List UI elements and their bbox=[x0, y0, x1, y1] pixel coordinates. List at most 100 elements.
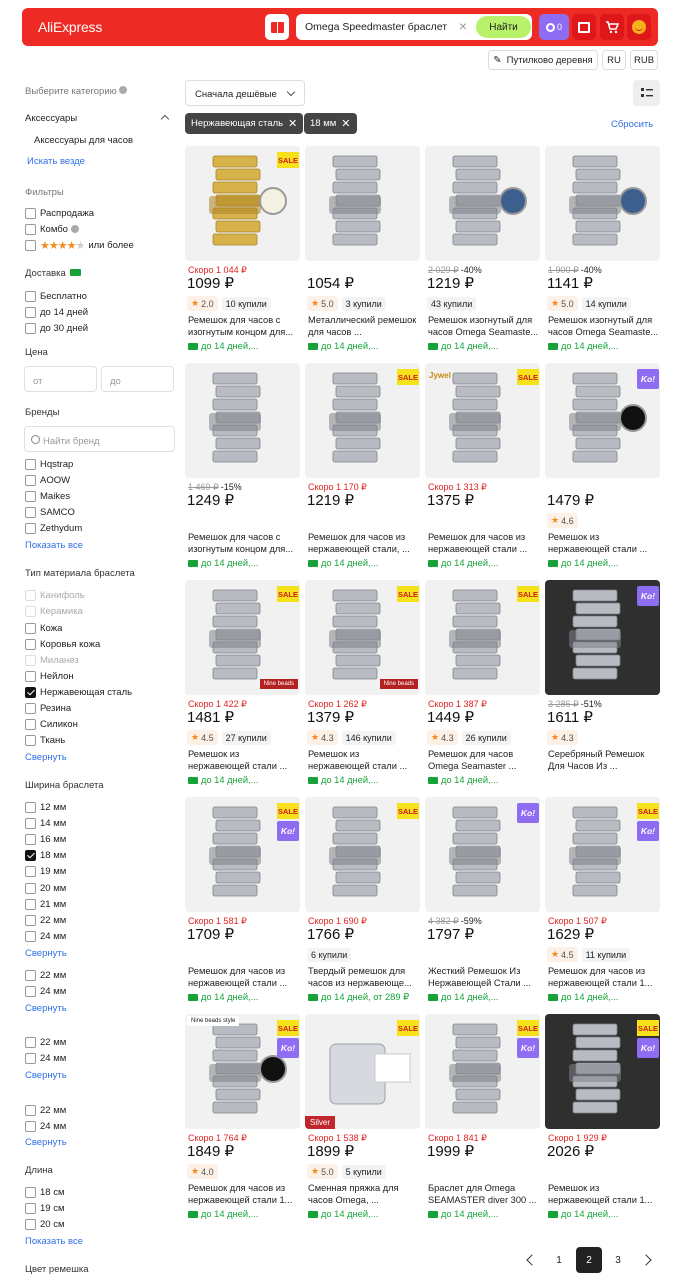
product-image[interactable]: SALE bbox=[305, 363, 420, 478]
material-silicone[interactable]: Силикон bbox=[25, 718, 78, 730]
product-title[interactable]: Ремешок изогнутый для часов Omega Seamas… bbox=[428, 315, 540, 338]
product-card[interactable]: SALE Jywel Скоро 1 313 ₽1375 ₽ Ремешок для … bbox=[425, 363, 540, 568]
product-card[interactable]: SALE Nine beads Скоро 1 422 ₽1481 ₽ ★ 4.5 27 … bbox=[185, 580, 300, 785]
product-title[interactable]: Серебряный Ремешок Для Часов Из ... bbox=[548, 749, 660, 772]
brand-samco[interactable]: SAMCO bbox=[25, 506, 75, 518]
product-card[interactable]: SALE Ko! Скоро 1 581 ₽1709 ₽ Ремешок для ча… bbox=[185, 797, 300, 1002]
product-image[interactable]: Ko! bbox=[425, 797, 540, 912]
width4-collapse-link[interactable]: Свернуть bbox=[25, 1137, 67, 1148]
filter-sale[interactable]: Распродажа bbox=[25, 207, 94, 219]
cart-button[interactable] bbox=[600, 14, 624, 40]
price-to-input[interactable]: до bbox=[101, 366, 174, 392]
product-title[interactable]: Ремешок для часов из нержавеющей стали 1… bbox=[188, 1183, 300, 1206]
product-image[interactable]: SALE Ko! bbox=[425, 1014, 540, 1129]
product-title[interactable]: Ремешок для часов с изогнутым концом для… bbox=[188, 532, 300, 555]
width-24mm[interactable]: 24 мм bbox=[25, 930, 66, 942]
width-21mm[interactable]: 21 мм bbox=[25, 898, 66, 910]
product-card[interactable]: 1054 ₽ ★ 5.0 3 купили Металлический ремешок … bbox=[305, 146, 420, 351]
material-milanese[interactable]: Миланез bbox=[25, 654, 79, 666]
currency-button[interactable]: RUB bbox=[630, 50, 658, 70]
width3-24mm[interactable]: 24 мм bbox=[25, 1052, 66, 1064]
product-title[interactable]: Жесткий Ремешок Из Нержавеющей Стали ... bbox=[428, 966, 540, 989]
product-image[interactable]: SALE Ko! bbox=[545, 797, 660, 912]
width2-22mm[interactable]: 22 мм bbox=[25, 969, 66, 981]
reset-filters-link[interactable]: Сбросить bbox=[611, 119, 653, 130]
product-title[interactable]: Ремешок из нержавеющей стали ... bbox=[548, 532, 660, 555]
price-from-input[interactable]: от bbox=[24, 366, 97, 392]
product-image[interactable]: SALE Ko! bbox=[185, 797, 300, 912]
next-page-button[interactable] bbox=[634, 1247, 660, 1273]
filter-combo[interactable]: Комбо bbox=[25, 223, 79, 235]
brand-zethydum[interactable]: Zethydum bbox=[25, 522, 82, 534]
product-card[interactable]: SALE Ko! Скоро 1 841 ₽1999 ₽ Браслет для Om… bbox=[425, 1014, 540, 1219]
catalog-button[interactable] bbox=[265, 14, 289, 40]
product-image[interactable]: SALE Nine beads bbox=[185, 580, 300, 695]
product-title[interactable]: Ремешок для часов из нержавеющей стали, … bbox=[308, 532, 420, 555]
brand-aoow[interactable]: AOOW bbox=[25, 474, 70, 486]
search-input[interactable]: Omega Speedmaster браслет bbox=[305, 21, 447, 33]
material-stainless-steel[interactable]: Нержавеющая сталь bbox=[25, 686, 132, 698]
width-19mm[interactable]: 19 мм bbox=[25, 865, 66, 877]
product-card[interactable]: SALE Ko! Скоро 1 507 ₽1629 ₽ ★ 4.5 11 купили Р… bbox=[545, 797, 660, 1002]
product-card[interactable]: SALE Silver Скоро 1 538 ₽1899 ₽ ★ 5.0 5 купил… bbox=[305, 1014, 420, 1219]
close-icon[interactable]: ✕ bbox=[341, 117, 350, 130]
chip-18mm[interactable]: 18 мм ✕ bbox=[304, 113, 357, 134]
width2-collapse-link[interactable]: Свернуть bbox=[25, 1003, 67, 1014]
material-nylon[interactable]: Нейлон bbox=[25, 670, 74, 682]
prev-page-button[interactable] bbox=[517, 1247, 543, 1273]
search-button[interactable]: Найти bbox=[476, 16, 531, 38]
material-leather[interactable]: Кожа bbox=[25, 622, 62, 634]
product-card[interactable]: SALE Ko! Nine beads style Скоро 1 764 ₽1849… bbox=[185, 1014, 300, 1219]
product-image[interactable]: SALE bbox=[305, 797, 420, 912]
product-image[interactable] bbox=[545, 146, 660, 261]
product-title[interactable]: Ремешок для часов с изогнутым концом для… bbox=[188, 315, 300, 338]
width4-24mm[interactable]: 24 мм bbox=[25, 1120, 66, 1132]
product-image[interactable]: SALE bbox=[185, 146, 300, 261]
material-cowhide[interactable]: Коровья кожа bbox=[25, 638, 100, 650]
product-title[interactable]: Ремешок для часов из нержавеющей стали .… bbox=[428, 532, 540, 555]
width-22mm[interactable]: 22 мм bbox=[25, 914, 66, 926]
length-19cm[interactable]: 19 см bbox=[25, 1202, 65, 1214]
product-title[interactable]: Твердый ремешок для часов из нержавеюще.… bbox=[308, 966, 420, 989]
product-image[interactable]: SALE Ko! Nine beads style bbox=[185, 1014, 300, 1129]
material-ceramic[interactable]: Керамика bbox=[25, 605, 83, 617]
material-rosin[interactable]: Канифоль bbox=[25, 589, 85, 601]
width3-22mm[interactable]: 22 мм bbox=[25, 1036, 66, 1048]
product-image[interactable]: SALE bbox=[425, 580, 540, 695]
product-image[interactable]: SALE Jywel bbox=[425, 363, 540, 478]
subcategory-watch-accessories[interactable]: Аксессуары для часов bbox=[34, 135, 189, 146]
location-button[interactable]: ✎ Путилково деревня bbox=[488, 50, 598, 70]
product-image[interactable]: Ko! bbox=[545, 363, 660, 478]
width-12mm[interactable]: 12 мм bbox=[25, 801, 66, 813]
product-card[interactable]: SALE Скоро 1 387 ₽1449 ₽ ★ 4.3 26 купили Реме… bbox=[425, 580, 540, 785]
gift-button[interactable] bbox=[572, 14, 596, 40]
width-collapse-link[interactable]: Свернуть bbox=[25, 948, 67, 959]
width4-22mm[interactable]: 22 мм bbox=[25, 1104, 66, 1116]
product-card[interactable]: Ko! 1479 ₽ ★ 4.6 Ремешок из нержавеющей стал… bbox=[545, 363, 660, 568]
page-1[interactable]: 1 bbox=[546, 1247, 572, 1273]
product-image[interactable]: SALE Silver bbox=[305, 1014, 420, 1129]
length-show-all-link[interactable]: Показать все bbox=[25, 1236, 83, 1247]
product-card[interactable]: SALE Скоро 1 170 ₽1219 ₽ Ремешок для часов… bbox=[305, 363, 420, 568]
brands-show-all-link[interactable]: Показать все bbox=[25, 540, 83, 551]
product-card[interactable]: 1 900 ₽ -40% 1141 ₽ ★ 5.0 14 купили Ремешок из… bbox=[545, 146, 660, 351]
product-card[interactable]: SALE Ko! Скоро 1 929 ₽2026 ₽ Ремешок из нер… bbox=[545, 1014, 660, 1219]
length-20cm[interactable]: 20 см bbox=[25, 1218, 65, 1230]
list-view-button[interactable] bbox=[633, 80, 660, 106]
product-title[interactable]: Ремешок из нержавеющей стали 1... bbox=[548, 1183, 660, 1206]
width3-collapse-link[interactable]: Свернуть bbox=[25, 1070, 67, 1081]
language-button[interactable]: RU bbox=[602, 50, 626, 70]
width2-24mm[interactable]: 24 мм bbox=[25, 985, 66, 997]
product-card[interactable]: SALE Nine beads Скоро 1 262 ₽1379 ₽ ★ 4.3 146… bbox=[305, 580, 420, 785]
product-title[interactable]: Ремешок для часов из нержавеющей стали 1… bbox=[548, 966, 660, 989]
product-image[interactable] bbox=[305, 146, 420, 261]
product-title[interactable]: Ремешок для часов Omega Seamaster ... bbox=[428, 749, 540, 772]
product-card[interactable]: SALE Скоро 1 690 ₽1766 ₽6 купили Твердый р… bbox=[305, 797, 420, 1002]
product-image[interactable]: SALE Ko! bbox=[545, 1014, 660, 1129]
material-fabric[interactable]: Ткань bbox=[25, 734, 65, 746]
product-title[interactable]: Браслет для Omega SEAMASTER diver 300 ..… bbox=[428, 1183, 540, 1206]
product-card[interactable]: SALE Скоро 1 044 ₽1099 ₽ ★ 2.0 10 купили Реме… bbox=[185, 146, 300, 351]
product-title[interactable]: Сменная пряжка для часов Omega, ... bbox=[308, 1183, 420, 1206]
product-image[interactable] bbox=[425, 146, 540, 261]
length-18cm[interactable]: 18 см bbox=[25, 1186, 65, 1198]
